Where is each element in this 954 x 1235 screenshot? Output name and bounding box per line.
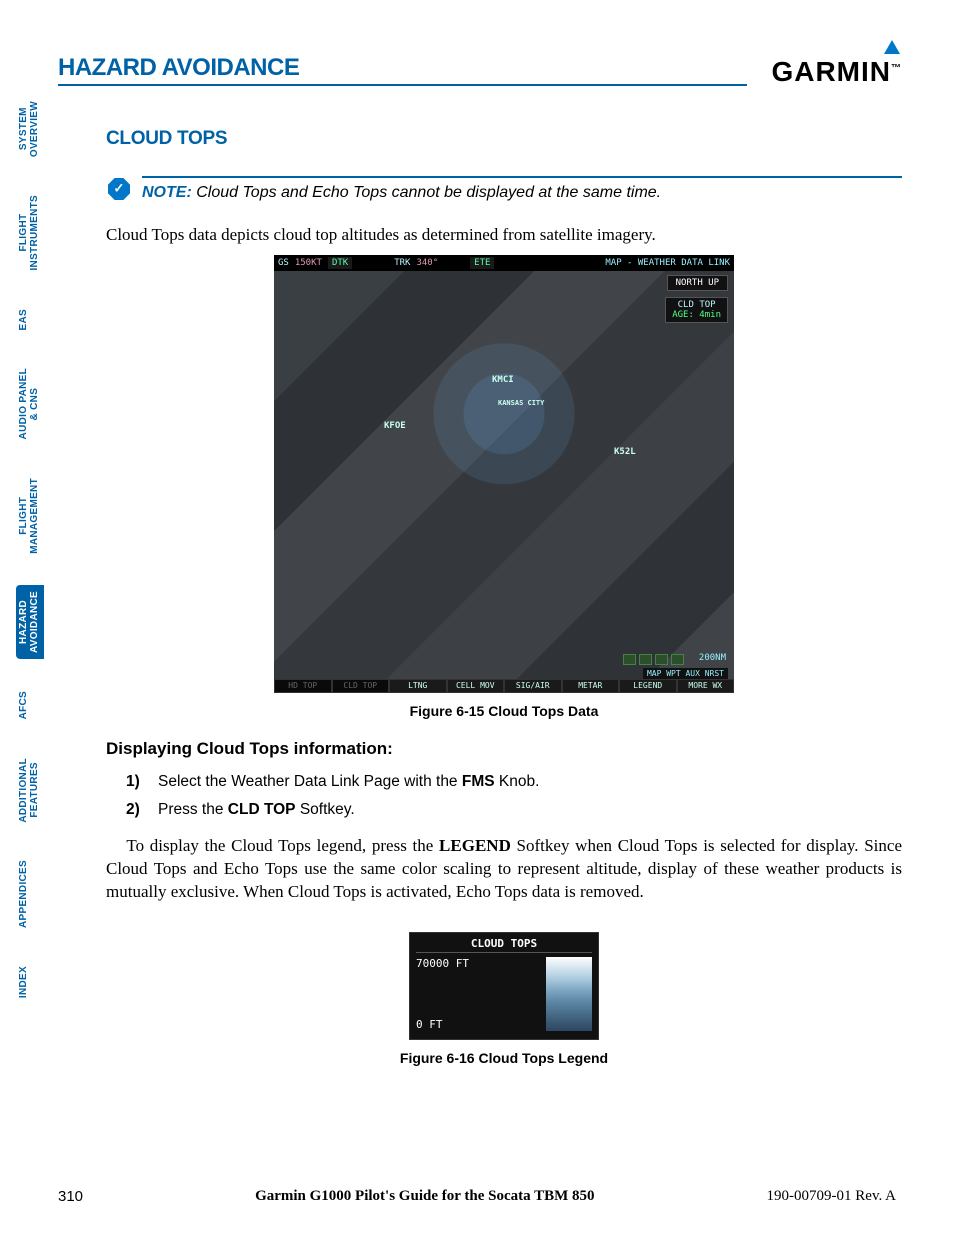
map-label-kansas-city: KANSAS CITY	[498, 399, 544, 407]
softkey-metar[interactable]: METAR	[562, 679, 620, 693]
section-heading: CLOUD TOPS	[106, 128, 902, 150]
mfd-dtk-label: DTK	[328, 257, 352, 269]
logo-triangle-icon	[884, 40, 900, 54]
tab-afcs[interactable]: AFCS	[16, 685, 44, 725]
softkey-more-wx[interactable]: MORE WX	[677, 679, 735, 693]
mfd-page-title: MAP - WEATHER DATA LINK	[605, 258, 730, 268]
mfd-north-up-badge: NORTH UP	[667, 275, 728, 291]
mfd-ete-label: ETE	[470, 257, 494, 269]
tab-audio-panel-cns[interactable]: AUDIO PANEL & CNS	[16, 362, 44, 445]
footer-page-number: 310	[58, 1188, 83, 1205]
legend-min-label: 0 FT	[416, 1018, 469, 1031]
tab-index[interactable]: INDEX	[16, 960, 44, 1004]
tab-flight-management[interactable]: FLIGHT MANAGEMENT	[16, 472, 44, 560]
mfd-trk-label: TRK	[394, 258, 410, 268]
cloud-tops-legend-box: CLOUD TOPS 70000 FT 0 FT	[409, 932, 599, 1040]
mfd-gs-label: GS	[278, 258, 289, 268]
mfd-status-icons	[623, 654, 684, 665]
mfd-screenshot: GS 150KT DTK TRK 340° ETE MAP - WEATHER …	[274, 255, 734, 693]
softkey-cld-top[interactable]: CLD TOP	[332, 679, 390, 693]
procedure-step-2: 2) Press the CLD TOP Softkey.	[126, 801, 902, 819]
mfd-cldtop-age: AGE: 4min	[672, 310, 721, 320]
tab-appendices[interactable]: APPENDICES	[16, 854, 44, 934]
softkey-cell-mov[interactable]: CELL MOV	[447, 679, 505, 693]
body-paragraph-2: To display the Cloud Tops legend, press …	[106, 835, 902, 904]
figure-6-16-caption: Figure 6-16 Cloud Tops Legend	[400, 1050, 608, 1066]
garmin-logo: GARMIN	[771, 40, 902, 88]
footer-doc-rev: 190-00709-01 Rev. A	[767, 1188, 896, 1205]
tab-system-overview[interactable]: SYSTEM OVERVIEW	[16, 95, 44, 163]
map-waypoint-kfoe: KFOE	[384, 421, 406, 431]
logo-text: GARMIN	[771, 56, 902, 88]
softkey-legend[interactable]: LEGEND	[619, 679, 677, 693]
figure-6-15-caption: Figure 6-15 Cloud Tops Data	[410, 703, 599, 719]
softkey-sig-air[interactable]: SIG/AIR	[504, 679, 562, 693]
mfd-gs-value: 150KT	[295, 258, 322, 268]
note-body: Cloud Tops and Echo Tops cannot be displ…	[196, 184, 661, 201]
tab-flight-instruments[interactable]: FLIGHT INSTRUMENTS	[16, 189, 44, 277]
tab-eas[interactable]: EAS	[16, 303, 44, 336]
procedure-heading: Displaying Cloud Tops information:	[106, 739, 902, 759]
step-number-2: 2)	[126, 801, 144, 819]
legend-title: CLOUD TOPS	[416, 937, 592, 953]
mfd-nav-bar: MAP WPT AUX NRST	[643, 668, 728, 679]
mfd-cldtop-badge: CLD TOP	[672, 300, 721, 310]
mfd-scale: 200NM	[699, 653, 726, 663]
footer-doc-title: Garmin G1000 Pilot's Guide for the Socat…	[255, 1188, 594, 1205]
intro-paragraph: Cloud Tops data depicts cloud top altitu…	[106, 224, 902, 247]
note-label: NOTE:	[142, 184, 192, 201]
page-header-title: HAZARD AVOIDANCE	[58, 54, 747, 86]
softkey-hd-top[interactable]: HD TOP	[274, 679, 332, 693]
legend-color-scale	[546, 957, 592, 1031]
mfd-trk-value: 340°	[416, 258, 438, 268]
tab-hazard-avoidance[interactable]: HAZARD AVOIDANCE	[16, 585, 44, 659]
map-waypoint-k52l: K52L	[614, 447, 636, 457]
map-waypoint-kmci: KMCI	[492, 375, 514, 385]
softkey-ltng[interactable]: LTNG	[389, 679, 447, 693]
step-number-1: 1)	[126, 773, 144, 791]
note-icon	[106, 176, 132, 202]
legend-max-label: 70000 FT	[416, 957, 469, 970]
tab-additional-features[interactable]: ADDITIONAL FEATURES	[16, 752, 44, 829]
procedure-step-1: 1) Select the Weather Data Link Page wit…	[126, 773, 902, 791]
